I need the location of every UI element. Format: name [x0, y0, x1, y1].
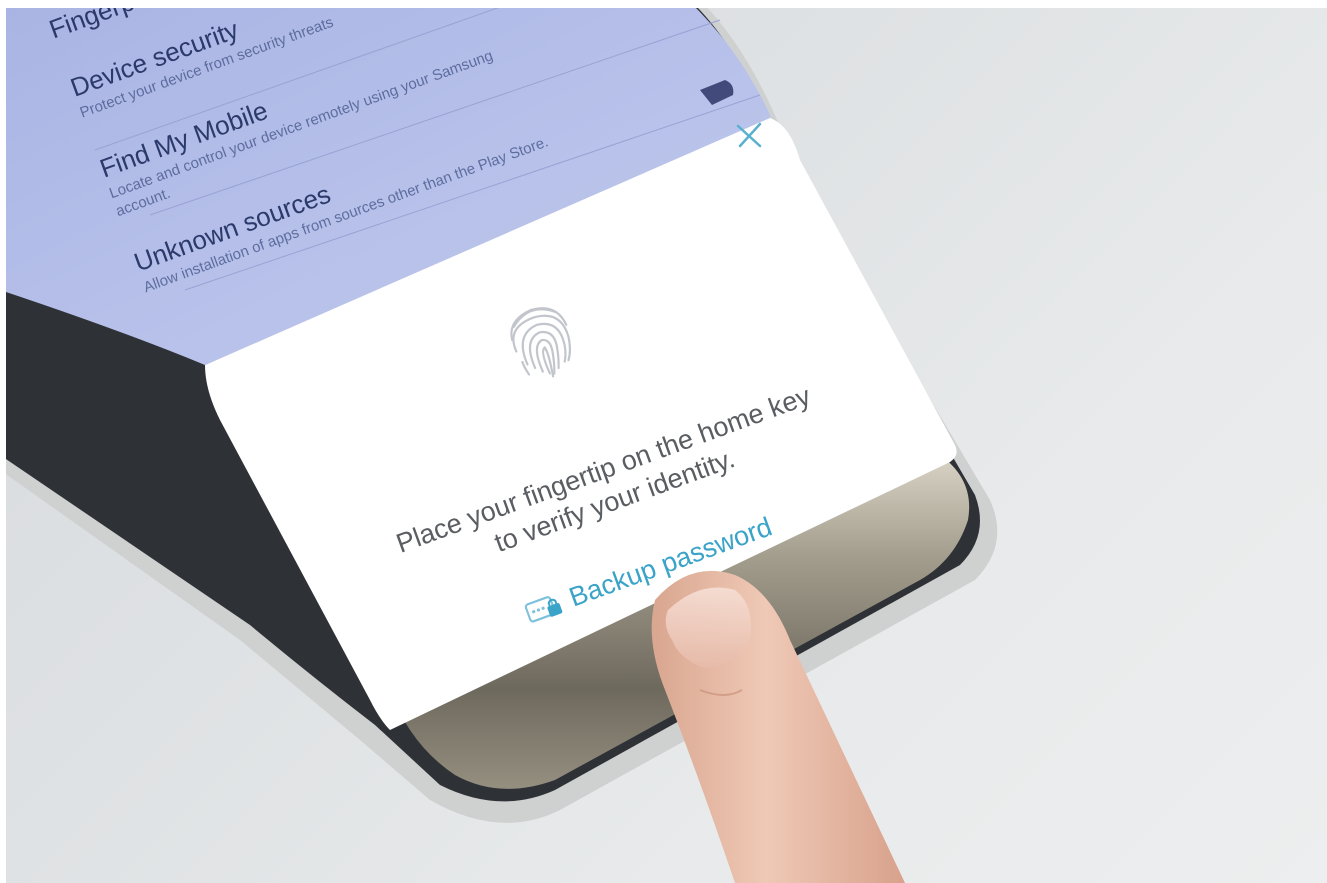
photo-scene	[0, 0, 998, 883]
close-icon[interactable]	[732, 118, 766, 152]
